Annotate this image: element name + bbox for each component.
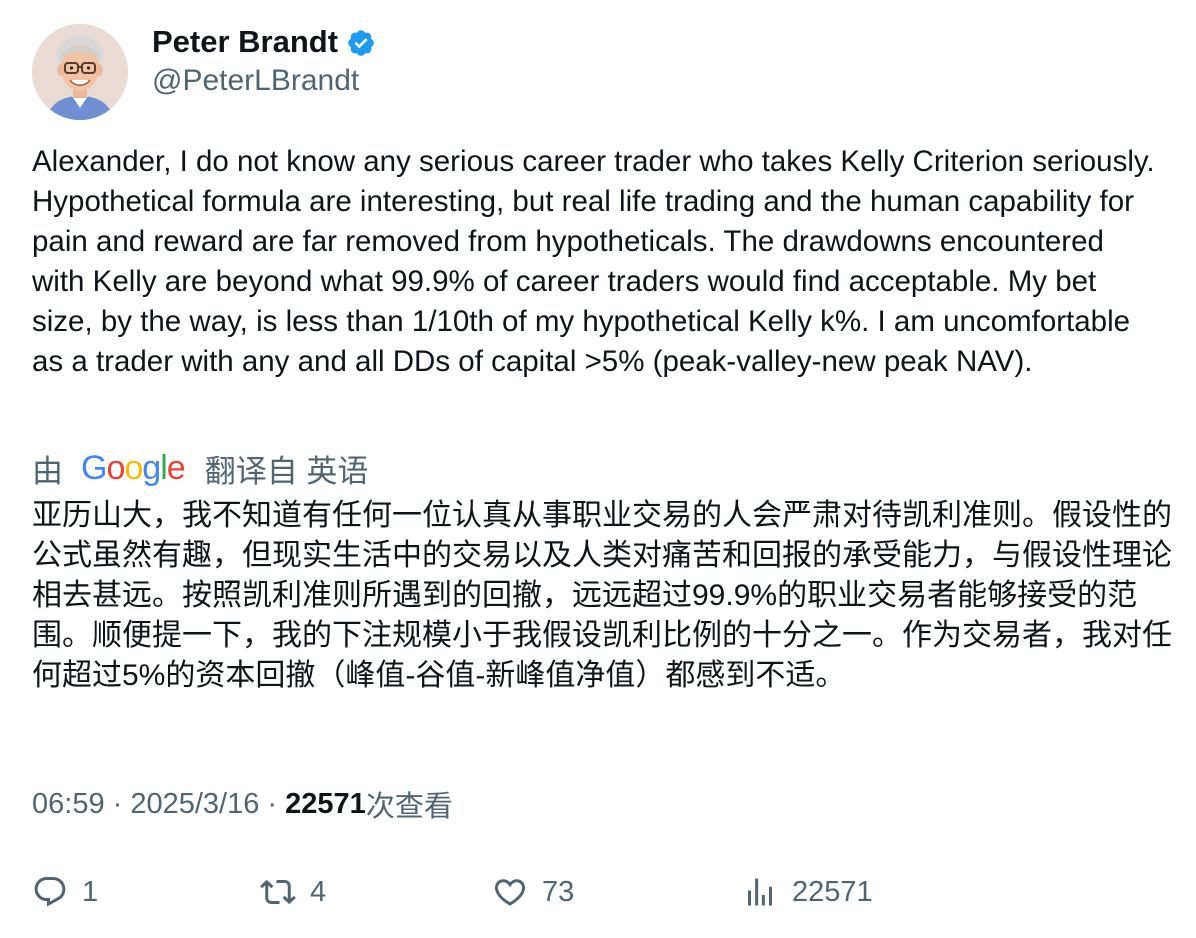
reply-count: 1 (82, 875, 99, 908)
meta-separator: · (104, 787, 131, 820)
author-display-name[interactable]: Peter Brandt (152, 22, 338, 62)
tweet-time[interactable]: 06:59 (32, 788, 105, 821)
tweet: Peter Brandt @PeterLBrandt Alexander, I … (0, 0, 1196, 938)
views-icon (742, 874, 778, 910)
translation-source-label: 翻译自 英语 (204, 453, 369, 489)
tweet-meta: 06:59 · 2025/3/16 · 22571 次查看 (32, 784, 453, 824)
views-count: 22571 (285, 787, 366, 820)
avatar-illustration (32, 24, 128, 120)
views-button[interactable]: 22571 (742, 870, 873, 914)
reply-icon (32, 874, 68, 910)
meta-separator: · (259, 787, 286, 820)
verified-badge-icon (346, 28, 376, 58)
tweet-date[interactable]: 2025/3/16 (130, 788, 259, 821)
views-label: 次查看 (365, 791, 453, 823)
reply-button[interactable]: 1 (32, 870, 98, 914)
retweet-icon (260, 874, 296, 910)
author-name-row: Peter Brandt (152, 22, 376, 62)
heart-icon (492, 874, 528, 910)
tweet-text: Alexander, I do not know any serious car… (32, 145, 1155, 378)
retweet-count: 4 (310, 875, 327, 908)
like-count: 73 (542, 875, 575, 908)
translated-text: 亚历山大，我不知道有任何一位认真从事职业交易的人会严肃对待凯利准则。假设性的公式… (32, 499, 1172, 692)
avatar[interactable] (32, 24, 128, 120)
like-button[interactable]: 73 (492, 870, 574, 914)
author-handle[interactable]: @PeterLBrandt (152, 62, 359, 100)
views-action-count: 22571 (792, 875, 873, 908)
translation-attribution[interactable]: 由 Google 翻译自 英语 (32, 448, 369, 489)
translation-prefix: 由 (32, 453, 63, 489)
action-bar: 1 4 73 22571 (32, 870, 1172, 914)
retweet-button[interactable]: 4 (260, 870, 326, 914)
google-logo-icon: Google (81, 449, 186, 487)
